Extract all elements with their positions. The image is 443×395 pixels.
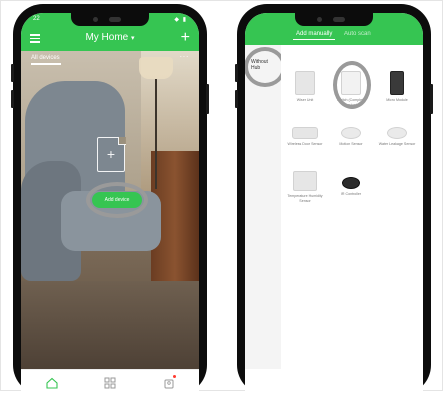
device-item[interactable]: Wiser Unit bbox=[285, 71, 325, 103]
power-button bbox=[430, 84, 433, 114]
device-label: Wireless Door Sensor bbox=[287, 142, 323, 146]
highlight-ring-without-hub bbox=[245, 47, 286, 87]
device-image bbox=[342, 177, 360, 189]
home-selector[interactable]: My Home ▾ bbox=[21, 32, 199, 43]
volume-up-button bbox=[235, 64, 238, 82]
device-item[interactable]: Temperature Humidity Sensor bbox=[285, 169, 325, 203]
device-item[interactable]: IR Controller bbox=[331, 169, 371, 197]
user-icon bbox=[164, 379, 174, 389]
phone-device-add: Add manually Auto scan Without Hub Wiser… bbox=[235, 4, 433, 395]
device-grid: Wiser Unit Switch (Complete Device) Micr… bbox=[281, 45, 423, 369]
grid-icon bbox=[104, 377, 116, 389]
category-sidebar: Without Hub bbox=[245, 45, 286, 369]
camera-icon bbox=[317, 17, 322, 22]
bottom-tab-bar bbox=[21, 369, 199, 395]
volume-down-button bbox=[11, 90, 14, 108]
home-title: My Home bbox=[85, 32, 129, 43]
phone-notch bbox=[71, 13, 149, 26]
device-item[interactable]: Motion Sensor bbox=[331, 119, 371, 147]
status-icons: ◆ ▮ bbox=[174, 17, 187, 23]
device-image bbox=[390, 71, 404, 95]
speaker-grill bbox=[333, 17, 345, 22]
device-label: Temperature Humidity Sensor bbox=[287, 194, 323, 203]
device-label: Wiser Unit bbox=[296, 98, 314, 102]
tab-auto-scan[interactable]: Auto scan bbox=[341, 29, 374, 39]
add-device-header: Add manually Auto scan bbox=[245, 27, 423, 45]
device-label: Water Leakage Sensor bbox=[378, 142, 416, 146]
camera-icon bbox=[93, 17, 98, 22]
bottom-area bbox=[245, 369, 423, 395]
chevron-down-icon: ▾ bbox=[131, 35, 135, 42]
phone-screen: 22 ◆ ▮ My Home ▾ + All devices ··· + Add… bbox=[21, 13, 199, 395]
device-item[interactable]: Wireless Door Sensor bbox=[285, 119, 325, 147]
add-icon[interactable]: + bbox=[181, 29, 190, 47]
more-options-icon[interactable]: ··· bbox=[180, 52, 190, 61]
speaker-grill bbox=[109, 17, 121, 22]
device-label: IR Controller bbox=[340, 192, 362, 196]
device-item[interactable]: Water Leakage Sensor bbox=[377, 119, 417, 147]
photo-rug bbox=[21, 281, 199, 369]
device-image bbox=[293, 171, 317, 191]
tab-scenes[interactable] bbox=[104, 376, 116, 389]
phone-screen: Add manually Auto scan Without Hub Wiser… bbox=[245, 13, 423, 395]
photo-lamp-shade bbox=[139, 57, 173, 79]
app-header: My Home ▾ + bbox=[21, 27, 199, 51]
tab-profile[interactable] bbox=[163, 375, 176, 389]
tab-home[interactable] bbox=[46, 376, 58, 389]
device-image bbox=[292, 127, 318, 139]
device-item[interactable]: Micro Module bbox=[377, 71, 417, 103]
device-image bbox=[341, 127, 361, 139]
device-label: Micro Module bbox=[386, 98, 408, 102]
tab-all-devices[interactable]: All devices bbox=[31, 55, 60, 61]
add-document-icon: + bbox=[97, 136, 126, 172]
device-image bbox=[295, 71, 315, 95]
photo-lamp-pole bbox=[155, 79, 157, 189]
devices-background: All devices ··· + Add device bbox=[21, 51, 199, 369]
phone-device-home: 22 ◆ ▮ My Home ▾ + All devices ··· + Add… bbox=[11, 4, 209, 395]
volume-up-button bbox=[11, 64, 14, 82]
highlight-ring-switch bbox=[333, 61, 371, 109]
device-image bbox=[387, 127, 407, 139]
power-button bbox=[206, 84, 209, 114]
volume-down-button bbox=[235, 90, 238, 108]
phone-notch bbox=[295, 13, 373, 26]
notification-badge bbox=[173, 375, 176, 378]
tab-add-manually[interactable]: Add manually bbox=[293, 29, 336, 40]
highlight-ring-add-device bbox=[86, 182, 148, 218]
home-icon bbox=[46, 377, 58, 389]
device-label: Motion Sensor bbox=[339, 142, 363, 146]
status-time: 22 bbox=[33, 16, 40, 22]
tab-indicator bbox=[31, 63, 61, 65]
